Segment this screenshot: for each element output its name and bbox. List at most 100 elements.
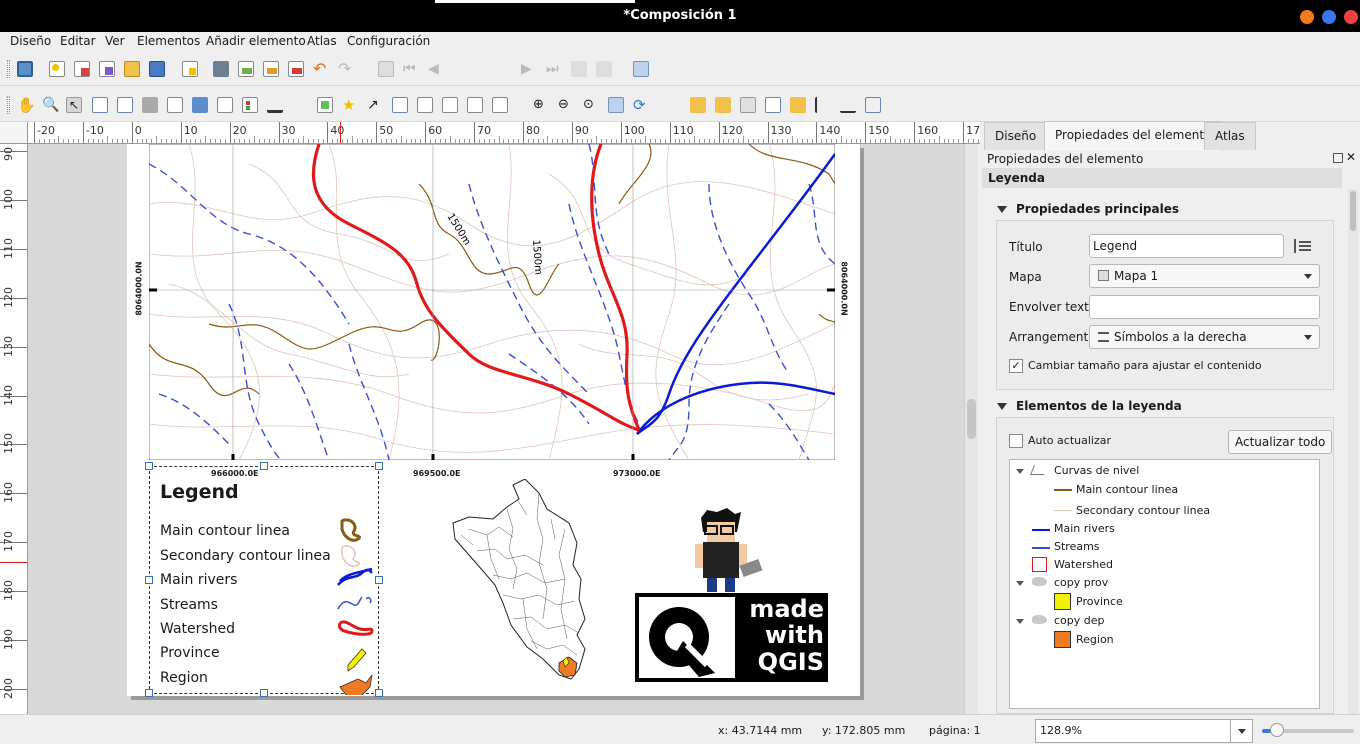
export-image-icon[interactable] [238,61,254,77]
panel-scrollbar[interactable] [1348,189,1358,714]
add-legend-icon[interactable] [242,97,258,113]
open-template-icon[interactable] [124,61,140,77]
close-panel-icon[interactable]: ✕ [1346,151,1356,163]
scrollbar-thumb[interactable] [967,399,976,439]
next-feature-icon[interactable]: ▶ [521,61,537,77]
expand-arrow-icon[interactable] [1016,619,1024,624]
tree-layer-copy-dep[interactable]: copy dep [1054,614,1105,627]
collapse-arrow-icon[interactable] [997,403,1007,410]
collapse-arrow-icon[interactable] [997,206,1007,213]
resize-icon[interactable] [865,97,881,113]
add-label-icon[interactable] [217,97,233,113]
horizontal-ruler[interactable]: -20 -10 0 10 20 30 40 50 60 70 80 90 100 110 120 130 140… [28,122,980,144]
add-map-icon[interactable] [167,97,183,113]
atlas-preview-icon[interactable] [378,61,394,77]
add-3d-map-icon[interactable] [142,97,158,113]
vertical-ruler[interactable]: 90 100 110 120 130 140 150 160 170 180 190 200 [0,144,28,714]
undo-icon[interactable]: ↶ [313,61,329,77]
zoom-dropdown-button[interactable] [1230,720,1252,742]
tab-item-properties[interactable]: Propiedades del elemento [1044,121,1223,151]
menu-ver[interactable]: Ver [105,34,125,48]
maximize-button[interactable] [1322,10,1336,24]
tree-layer-curvas[interactable]: Curvas de nivel [1054,464,1139,477]
new-layout-icon[interactable] [49,61,65,77]
arrangement-select[interactable]: Símbolos a la derecha [1089,325,1320,349]
add-attribute-table-icon[interactable] [442,97,458,113]
menu-diseno[interactable]: Diseño [10,34,51,48]
wrap-text-input[interactable] [1089,295,1320,319]
auto-update-checkbox[interactable] [1009,434,1023,448]
lock-icon[interactable] [740,97,756,113]
tab-diseno[interactable]: Diseño [984,122,1048,150]
zoom-out-icon[interactable]: ⊖ [558,97,574,113]
zoom-actual-icon[interactable]: ⊙ [583,97,599,113]
add-html-icon[interactable] [417,97,433,113]
zoom-slider-handle[interactable] [1270,723,1284,737]
edit-nodes-icon[interactable] [117,97,133,113]
map-select[interactable]: Mapa 1 [1089,264,1320,288]
map-item[interactable]: 1500m 1500m [149,144,835,460]
selection-handle[interactable] [260,689,268,697]
layout-canvas[interactable]: 1500m 1500m 966000.0E 969500.0E 973000.0… [28,144,964,714]
align-icon[interactable] [815,97,831,113]
menu-elementos[interactable]: Elementos [137,34,200,48]
selection-handle[interactable] [375,689,383,697]
zoom-slider[interactable] [1262,723,1354,737]
expand-arrow-icon[interactable] [1016,581,1024,586]
distribute-icon[interactable] [840,97,856,113]
section-legend-items[interactable]: Elementos de la leyenda [1016,399,1182,413]
overview-map[interactable] [447,479,597,684]
zoom-in-icon[interactable]: ⊕ [533,97,549,113]
tree-layer-watershed[interactable]: Watershed [1054,558,1113,571]
close-button[interactable] [1344,10,1358,24]
canvas-vertical-scrollbar[interactable] [964,144,978,714]
add-marker-icon[interactable]: ★ [342,97,358,113]
export-svg-icon[interactable] [263,61,279,77]
menu-configuracion[interactable]: Configuración [347,34,430,48]
zoom-combobox[interactable]: 128.9% [1035,719,1253,743]
add-polygon-icon[interactable] [392,97,408,113]
menu-anadir-elemento[interactable]: Añadir elemento [206,34,306,48]
tree-layer-copy-prov[interactable]: copy prov [1054,576,1108,589]
tree-item-main-contour[interactable]: Main contour linea [1076,483,1178,496]
title-input[interactable]: Legend [1089,234,1284,258]
raise-icon[interactable] [790,97,806,113]
toolbar-handle[interactable] [7,96,10,114]
first-feature-icon[interactable]: ⏮ [403,61,419,77]
select-move-icon[interactable]: ↖ [66,97,82,113]
selection-handle[interactable] [145,462,153,470]
save-template-icon[interactable] [149,61,165,77]
tree-item-region[interactable]: Region [1076,633,1114,646]
add-elevation-profile-icon[interactable] [492,97,508,113]
unlock-icon[interactable] [765,97,781,113]
atlas-settings-icon[interactable] [633,61,649,77]
redo-icon[interactable]: ↷ [338,61,354,77]
add-picture-icon[interactable] [192,97,208,113]
print-icon[interactable] [213,61,229,77]
menu-editar[interactable]: Editar [60,34,96,48]
save-icon[interactable] [17,61,33,77]
ungroup-icon[interactable] [715,97,731,113]
tree-item-province[interactable]: Province [1076,595,1123,608]
toolbar-handle[interactable] [7,60,10,78]
last-feature-icon[interactable]: ⏭ [546,61,562,77]
add-scalebar-icon[interactable] [267,97,283,113]
page-setup-icon[interactable] [182,61,198,77]
refresh-icon[interactable]: ⟳ [633,97,649,113]
selection-handle[interactable] [375,462,383,470]
zoom-tool-icon[interactable]: 🔍 [42,97,59,113]
float-panel-icon[interactable] [1333,153,1343,163]
selection-handle[interactable] [260,462,268,470]
minimize-button[interactable] [1300,10,1314,24]
expression-builder-icon[interactable] [1294,239,1314,253]
layout-page[interactable]: 1500m 1500m 966000.0E 969500.0E 973000.0… [127,144,860,697]
previous-feature-icon[interactable]: ◀ [428,61,444,77]
expand-arrow-icon[interactable] [1016,469,1024,474]
tab-atlas[interactable]: Atlas [1204,122,1256,150]
add-arrow-icon[interactable]: ↗ [367,97,383,113]
export-pdf-icon[interactable] [288,61,304,77]
tree-layer-streams[interactable]: Streams [1054,540,1100,553]
duplicate-layout-icon[interactable] [74,61,90,77]
menu-atlas[interactable]: Atlas [307,34,337,48]
legend-item[interactable]: Legend Main contour linea Secondary cont… [149,466,379,695]
